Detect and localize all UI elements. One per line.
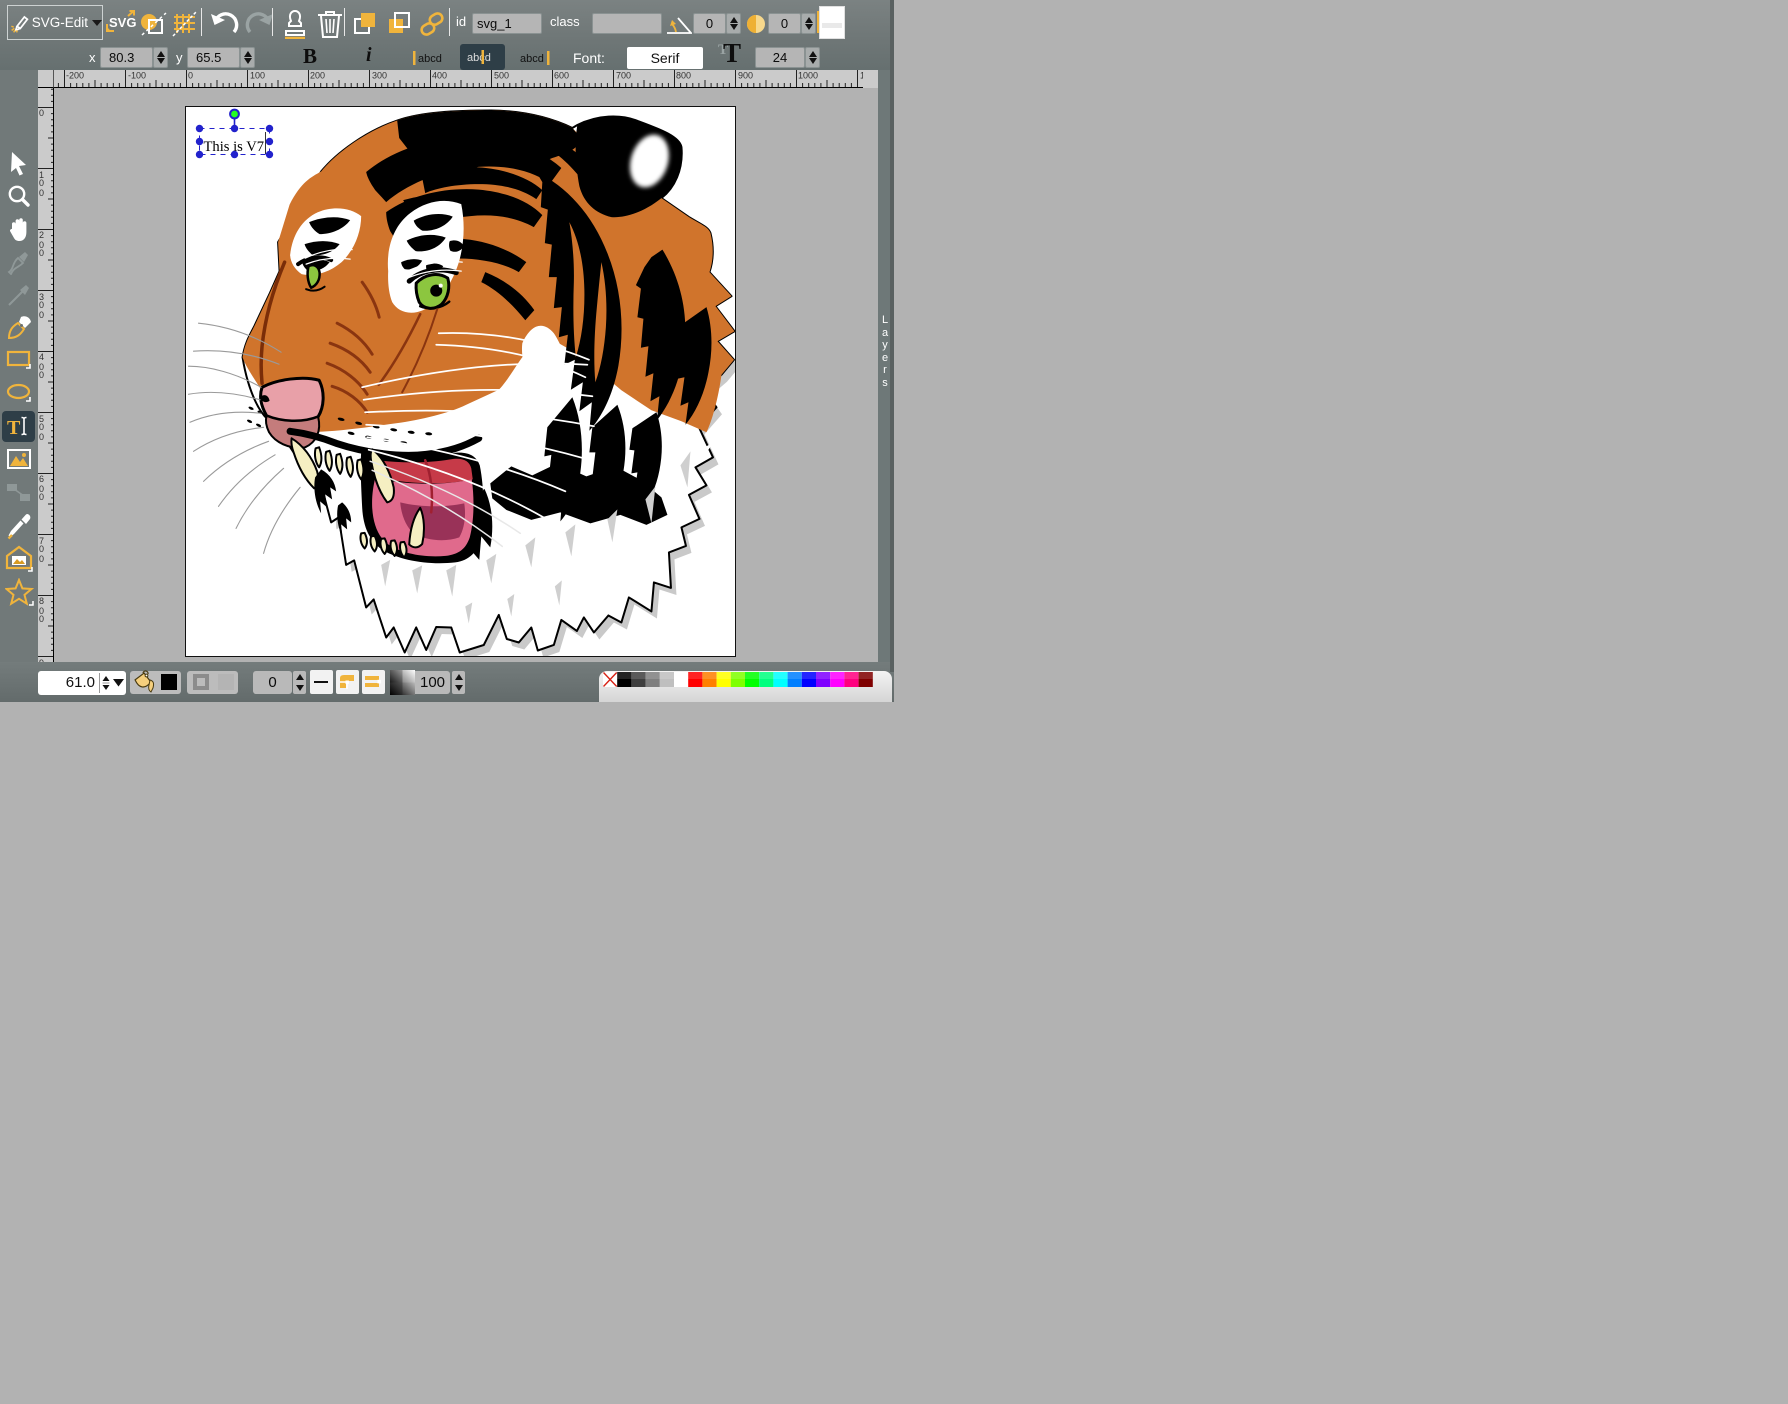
- svg-text:0: 0: [39, 614, 44, 624]
- svg-text:8: 8: [39, 596, 44, 606]
- svg-text:abcd: abcd: [520, 53, 544, 65]
- svg-text:100: 100: [250, 71, 265, 81]
- svg-text:6: 6: [39, 474, 44, 484]
- svg-text:2: 2: [39, 230, 44, 240]
- svg-text:800: 800: [676, 71, 691, 81]
- svg-text:abcd: abcd: [418, 53, 442, 65]
- svg-text:abcd: abcd: [467, 52, 491, 64]
- svg-text:-100: -100: [128, 71, 146, 81]
- svg-text:0: 0: [188, 71, 193, 81]
- svg-text:300: 300: [372, 71, 387, 81]
- svg-text:0: 0: [39, 422, 44, 432]
- svg-text:0: 0: [39, 310, 44, 320]
- svg-text:500: 500: [494, 71, 509, 81]
- svg-text:0: 0: [39, 492, 44, 502]
- svg-text:-200: -200: [66, 71, 84, 81]
- svg-text:1100: 1100: [860, 71, 863, 81]
- svg-text:900: 900: [738, 71, 753, 81]
- svg-text:4: 4: [39, 352, 44, 362]
- svg-text:700: 700: [616, 71, 631, 81]
- svg-text:1000: 1000: [798, 71, 818, 81]
- svg-text:0: 0: [39, 432, 44, 442]
- svg-text:400: 400: [432, 71, 447, 81]
- svg-text:0: 0: [39, 108, 44, 118]
- svg-text:0: 0: [39, 248, 44, 258]
- svg-text:0: 0: [39, 370, 44, 380]
- svg-text:0: 0: [39, 544, 44, 554]
- svg-text:200: 200: [310, 71, 325, 81]
- svg-text:0: 0: [39, 188, 44, 198]
- svg-text:0: 0: [39, 300, 44, 310]
- svg-text:T: T: [7, 417, 21, 439]
- svg-text:SVG: SVG: [109, 15, 136, 30]
- svg-text:0: 0: [39, 178, 44, 188]
- svg-text:0: 0: [39, 554, 44, 564]
- svg-text:600: 600: [554, 71, 569, 81]
